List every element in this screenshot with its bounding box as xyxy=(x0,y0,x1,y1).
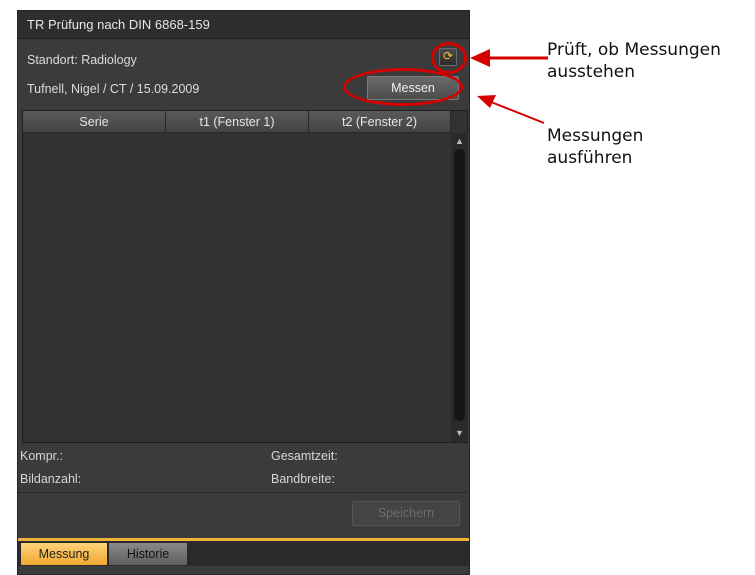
scroll-down-icon[interactable]: ▼ xyxy=(451,426,468,440)
table-header: Serie t1 (Fenster 1) t2 (Fenster 2) xyxy=(23,111,451,133)
panel-title: TR Prüfung nach DIN 6868-159 xyxy=(18,11,469,39)
compression-label: Kompr.: xyxy=(20,449,64,463)
total-time-label: Gesamtzeit: xyxy=(271,449,338,463)
tab-historie[interactable]: Historie xyxy=(109,543,187,565)
tab-messung[interactable]: Messung xyxy=(21,543,107,565)
refresh-highlight-circle xyxy=(431,42,467,74)
save-button[interactable]: Speichern xyxy=(352,501,460,526)
bandwidth-label: Bandbreite: xyxy=(271,472,335,486)
annotation-check-pending: Prüft, ob Messungen ausstehen xyxy=(547,40,721,82)
vertical-scrollbar[interactable]: ▲ ▼ xyxy=(451,133,468,442)
arrow-head-run xyxy=(477,95,496,108)
arrow-head-check xyxy=(470,49,490,67)
annotation-run-measurements: Messungen ausführen xyxy=(547,126,644,168)
scrollbar-thumb[interactable] xyxy=(454,149,465,421)
divider xyxy=(18,492,469,493)
measure-highlight-ellipse xyxy=(343,68,463,106)
series-table: Serie t1 (Fenster 1) t2 (Fenster 2) ▲ ▼ xyxy=(22,110,468,443)
column-header-t2[interactable]: t2 (Fenster 2) xyxy=(309,111,451,133)
column-header-t1[interactable]: t1 (Fenster 1) xyxy=(166,111,309,133)
arrow-line-run xyxy=(490,101,545,124)
image-count-label: Bildanzahl: xyxy=(20,472,82,486)
column-header-serie[interactable]: Serie xyxy=(23,111,166,133)
scroll-up-icon[interactable]: ▲ xyxy=(451,134,468,148)
